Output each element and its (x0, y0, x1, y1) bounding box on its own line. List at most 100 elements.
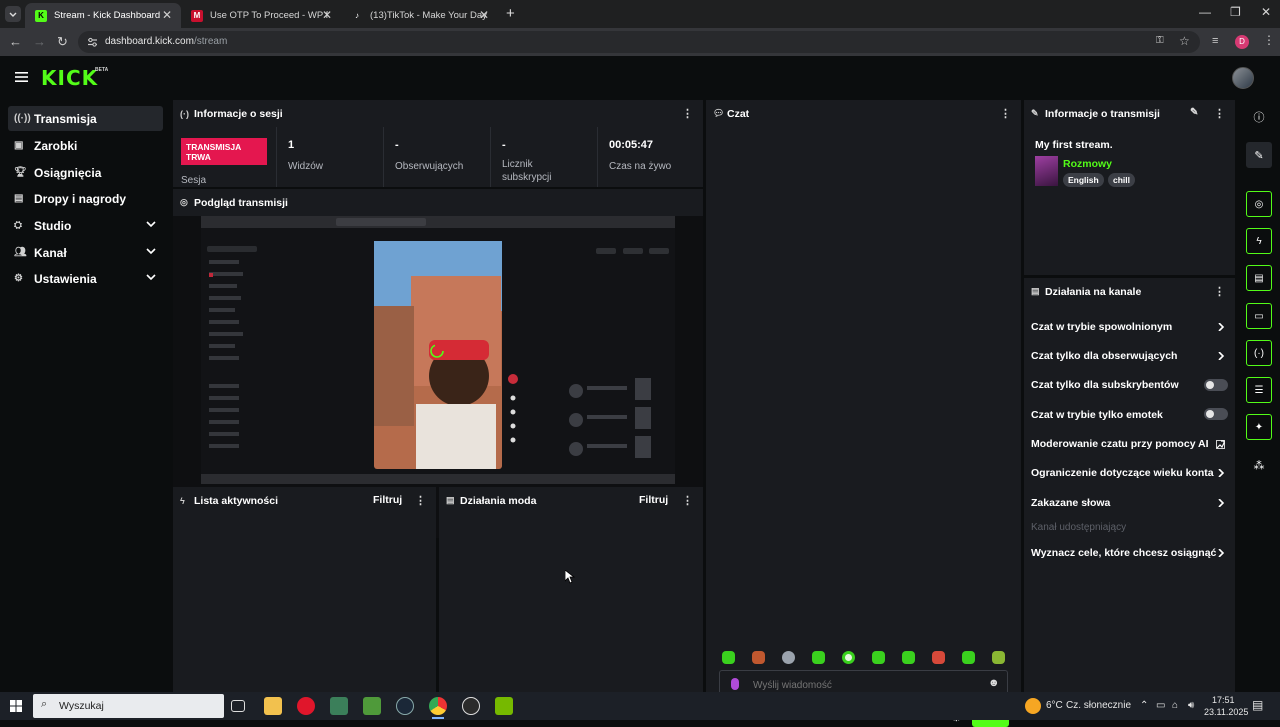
emote-button[interactable] (812, 651, 825, 664)
emote-button[interactable] (962, 651, 975, 664)
reading-list-icon[interactable]: ≡ (1212, 35, 1218, 47)
edit-stream-icon[interactable]: ✎ (1246, 142, 1272, 168)
document-icon[interactable]: ▤ (1246, 265, 1272, 291)
close-icon[interactable]: ✕ (162, 8, 172, 22)
browser-tab-1[interactable]: M Use OTP To Proceed - WP Pocz ✕ (181, 3, 341, 28)
emote-button[interactable] (992, 651, 1005, 664)
sidebar-item-transmisja[interactable]: ((·)) Transmisja (8, 106, 163, 131)
browser-menu-icon[interactable]: ⋮ (1263, 33, 1275, 47)
close-window-icon[interactable]: ✕ (1261, 5, 1271, 19)
minecraft-icon[interactable] (363, 697, 381, 715)
task-view-icon[interactable] (231, 700, 245, 712)
channel-action-ai-moderation[interactable]: Moderowanie czatu przy pomocy AI (1031, 438, 1228, 450)
microphone-icon[interactable] (731, 678, 739, 690)
emote-only-toggle[interactable] (1204, 408, 1228, 420)
sidebar-item-studio[interactable]: ⛭ Studio (8, 213, 163, 238)
channel-action-followers-only[interactable]: Czat tylko dla obserwujących (1031, 350, 1228, 362)
emote-button[interactable] (722, 651, 735, 664)
more-options-icon[interactable]: ⋮ (682, 107, 693, 120)
sidebar-item-osiagniecia[interactable]: 🏆︎ Osiągnięcia (8, 160, 163, 185)
sidebar-item-kanal[interactable]: 👥︎ Kanał (8, 240, 163, 265)
taskbar-search-placeholder: Wyszukaj (59, 700, 104, 712)
close-icon[interactable]: ✕ (479, 8, 489, 22)
taskbar-search[interactable]: ⌕ Wyszukaj (33, 694, 224, 718)
browser-tab-2[interactable]: ♪ (13)TikTok - Make Your Day ✕ (341, 3, 498, 28)
widgets-icon[interactable]: ⁂ (1246, 452, 1272, 478)
clip-icon[interactable]: ◎ (1246, 191, 1272, 217)
lightning-icon[interactable]: ϟ (1246, 228, 1272, 254)
windows-start-icon[interactable] (10, 700, 22, 712)
chat-message-input[interactable] (753, 677, 973, 693)
edit-pencil-icon[interactable]: ✎ (1190, 107, 1198, 118)
profile-avatar[interactable]: D (1235, 35, 1249, 49)
filter-button[interactable]: Filtruj (639, 494, 668, 506)
category-thumbnail[interactable] (1035, 156, 1058, 186)
minimize-icon[interactable]: — (1199, 5, 1211, 19)
layout-icon[interactable]: ☰ (1246, 377, 1272, 403)
weather-desc[interactable]: Cz. słonecznie (1066, 700, 1131, 711)
emote-button[interactable] (842, 651, 855, 664)
key-icon[interactable]: ⚿ (1156, 35, 1164, 46)
bookmark-star-icon[interactable]: ☆ (1179, 34, 1190, 48)
chat-bubble-icon[interactable]: ▭ (1246, 303, 1272, 329)
new-tab-button[interactable]: + (506, 5, 515, 22)
tray-chevron-up-icon[interactable]: ⌃ (1140, 700, 1148, 711)
clock-date[interactable]: 23.11.2025 (1204, 707, 1248, 717)
tag-chip[interactable]: chill (1108, 173, 1136, 187)
browser-tab-0[interactable]: K Stream - Kick Dashboard ✕ (25, 3, 181, 28)
category-link[interactable]: Rozmowy (1063, 158, 1112, 170)
more-options-icon[interactable]: ⋮ (1000, 107, 1011, 120)
hamburger-menu-icon[interactable] (15, 72, 28, 82)
emote-button[interactable] (932, 651, 945, 664)
battery-icon[interactable]: ⌂ (1172, 700, 1178, 711)
chrome-icon[interactable] (429, 697, 447, 715)
sidebar-item-dropy[interactable]: ▤ Dropy i nagrody (8, 186, 163, 211)
more-options-icon[interactable]: ⋮ (415, 494, 426, 507)
channel-action-goals[interactable]: Wyznacz cele, które chcesz osiągnąć (1031, 547, 1228, 559)
back-icon[interactable]: ← (9, 34, 22, 49)
emoji-icon[interactable]: ☻ (988, 677, 1000, 689)
weather-temp[interactable]: 6°C (1046, 700, 1063, 711)
nvidia-icon[interactable] (495, 697, 513, 715)
clock-time[interactable]: 17:51 (1212, 695, 1235, 705)
reload-icon[interactable]: ↻ (57, 34, 68, 50)
stream-preview-video[interactable] (201, 216, 675, 484)
filter-button[interactable]: Filtruj (373, 494, 402, 506)
emote-button[interactable] (752, 651, 765, 664)
weather-icon[interactable] (1025, 698, 1041, 714)
tab-search-button[interactable] (5, 6, 21, 22)
steam-icon[interactable] (396, 697, 414, 715)
broadcast-icon[interactable]: (·) (1246, 340, 1272, 366)
channel-action-account-age[interactable]: Ograniczenie dotyczące wieku konta (1031, 467, 1228, 479)
channel-action-slow-mode[interactable]: Czat w trybie spowolnionym (1031, 321, 1228, 333)
restore-icon[interactable]: ❐ (1230, 5, 1241, 19)
wrench-icon[interactable]: ✦ (1246, 414, 1272, 440)
subscribers-only-toggle[interactable] (1204, 379, 1228, 391)
channel-action-banned-words[interactable]: Zakazane słowa (1031, 497, 1228, 509)
app-icon[interactable] (330, 697, 348, 715)
sidebar-item-ustawienia[interactable]: ⚙ Ustawienia (8, 266, 163, 291)
volume-icon[interactable]: 🔊︎ (1188, 700, 1194, 711)
emote-button[interactable] (902, 651, 915, 664)
forward-icon[interactable]: → (33, 34, 46, 49)
emote-button[interactable] (872, 651, 885, 664)
kick-dashboard: KICK BETA ((·)) Transmisja ▣ Zarobki 🏆︎ … (0, 56, 1280, 727)
more-options-icon[interactable]: ⋮ (1214, 285, 1225, 298)
emote-button[interactable] (782, 651, 795, 664)
obs-icon[interactable] (462, 697, 480, 715)
url-input[interactable]: dashboard.kick.com/stream ⚿ ☆ (78, 31, 1200, 53)
more-options-icon[interactable]: ⋮ (1214, 107, 1225, 120)
kick-logo[interactable]: KICK (41, 66, 98, 90)
user-avatar[interactable] (1232, 67, 1254, 89)
more-options-icon[interactable]: ⋮ (682, 494, 693, 507)
opera-icon[interactable] (297, 697, 315, 715)
file-explorer-icon[interactable] (264, 697, 282, 715)
tag-chip[interactable]: English (1063, 173, 1104, 187)
site-info-icon[interactable] (87, 37, 98, 47)
info-icon[interactable]: ⓘ (1246, 104, 1272, 130)
sidebar-item-zarobki[interactable]: ▣ Zarobki (8, 133, 163, 158)
panel-header: ▤ Działania moda Filtruj ⋮ (439, 487, 703, 514)
close-icon[interactable]: ✕ (322, 8, 332, 22)
network-icon[interactable]: ▭ (1156, 700, 1165, 711)
notifications-icon[interactable]: ▤ (1252, 698, 1263, 712)
